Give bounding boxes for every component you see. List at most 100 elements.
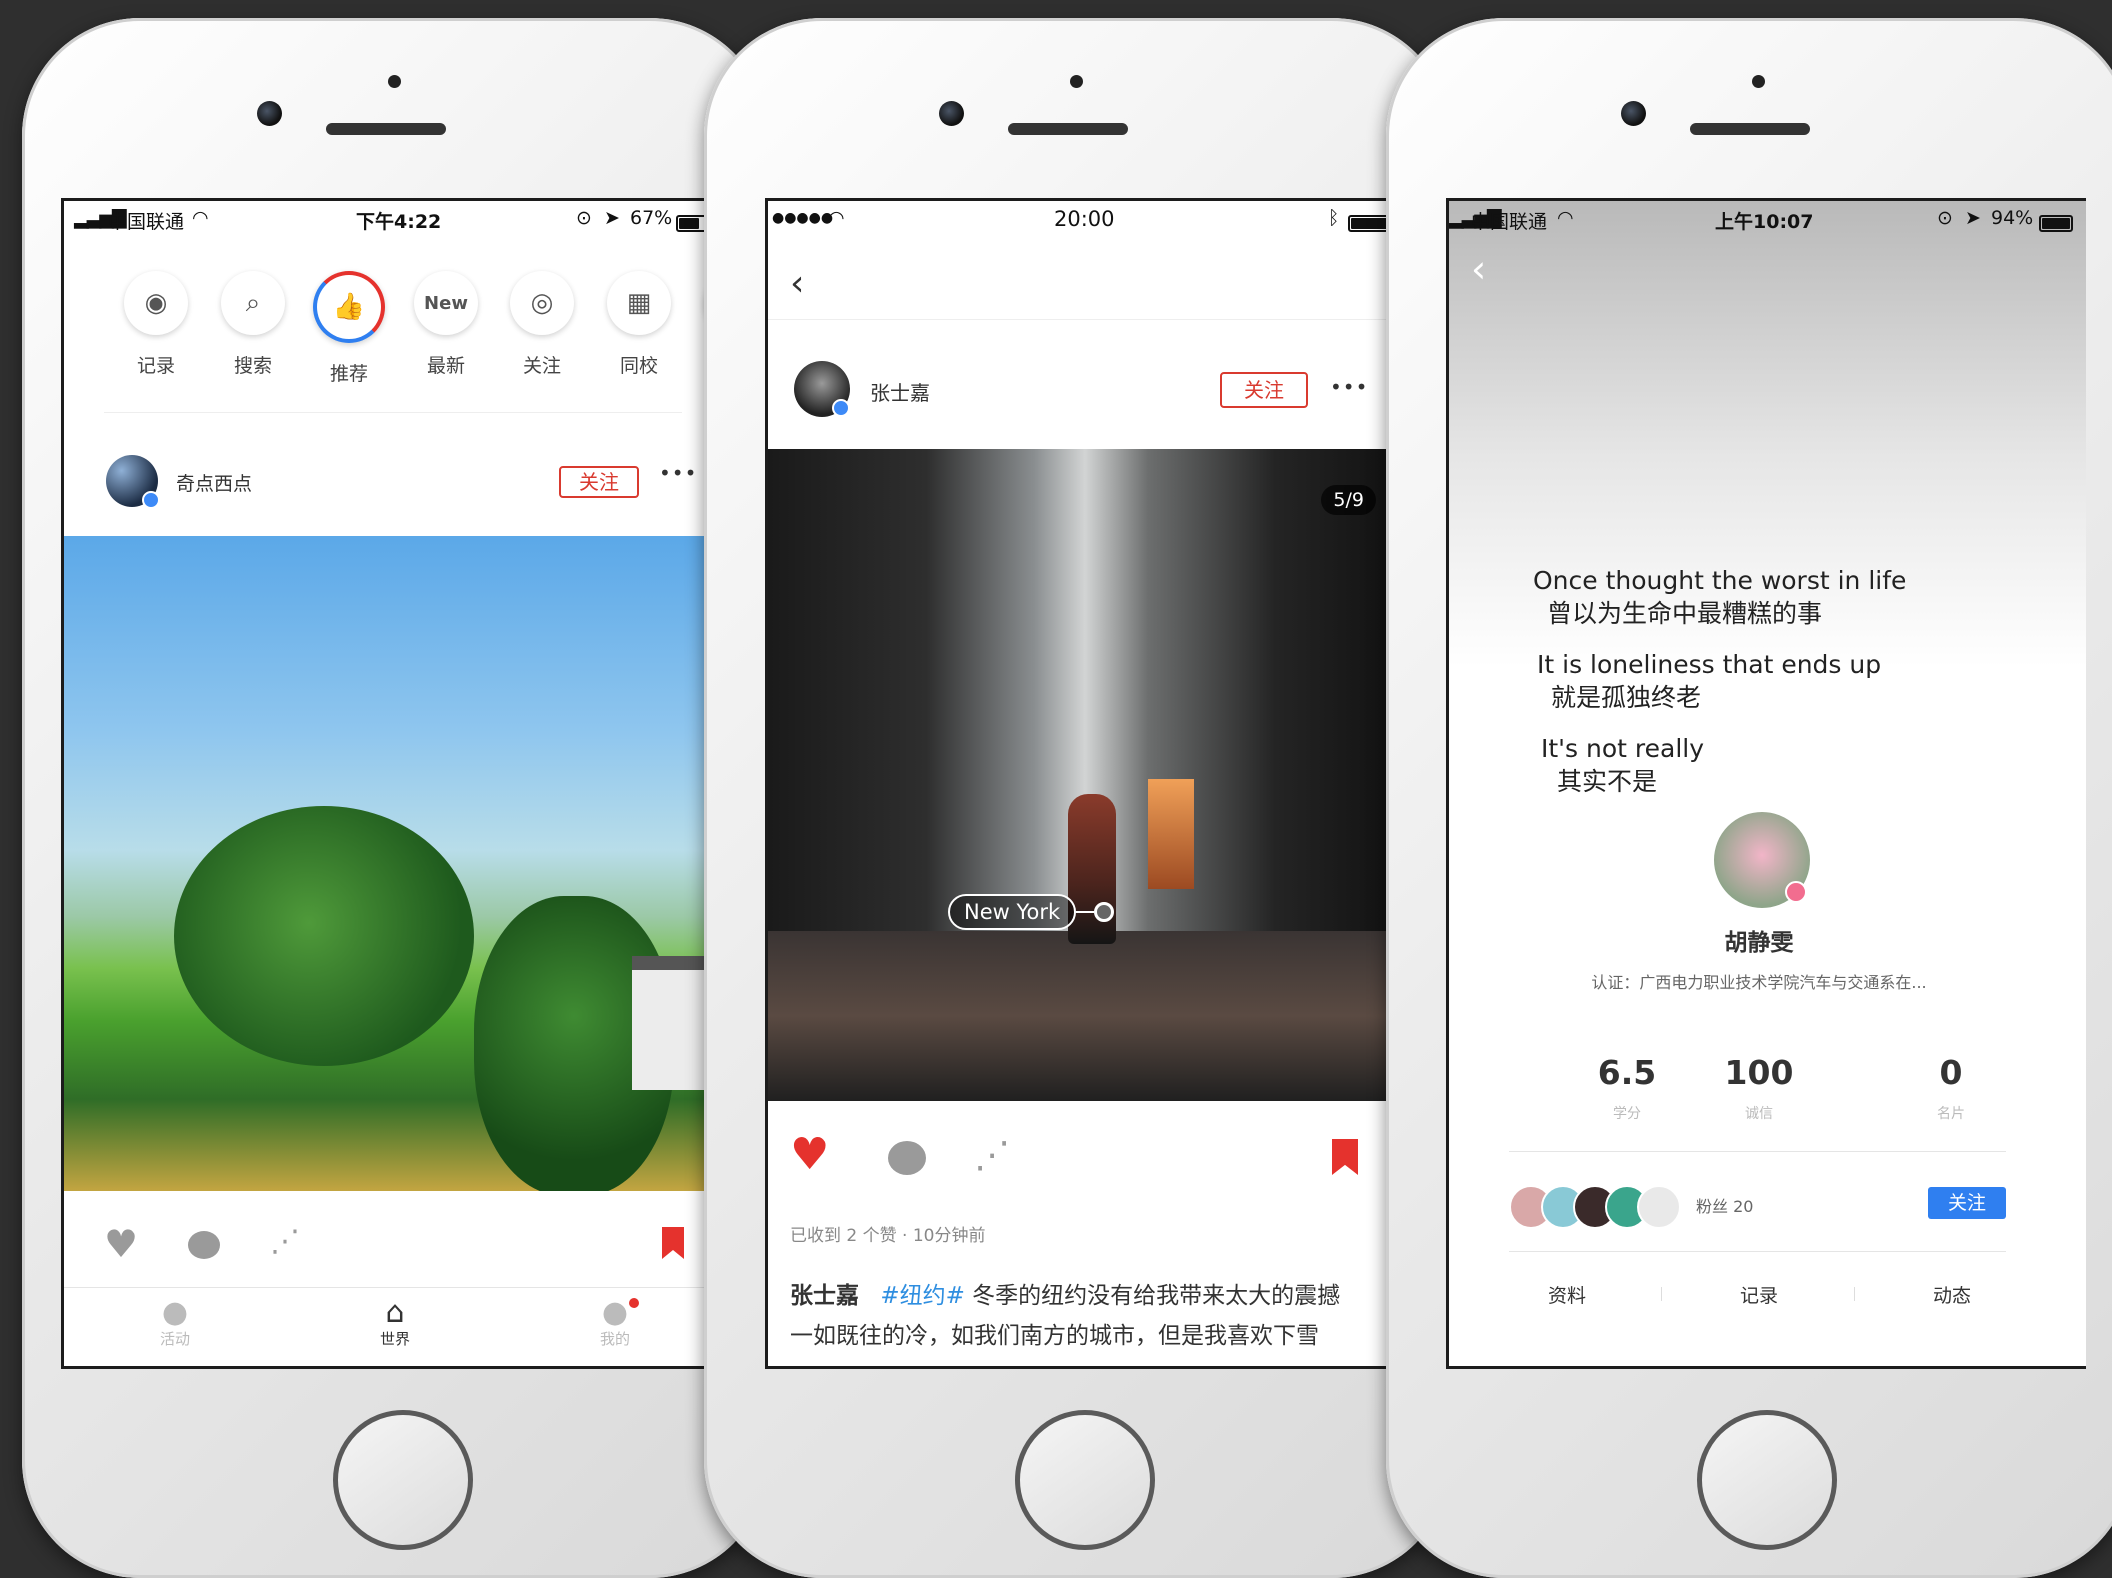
shop-light: [1148, 779, 1194, 889]
tag-connector-line: [1076, 911, 1095, 913]
target-icon: ◎: [510, 271, 574, 335]
follow-button[interactable]: 关注: [1220, 372, 1308, 408]
post-username[interactable]: 奇点西点: [176, 469, 252, 496]
category-label: 推荐: [329, 363, 368, 385]
profile-quote: Once thought the worst in life 曾以为生命中最糟糕…: [1533, 564, 1906, 798]
fan-avatars[interactable]: [1509, 1185, 1709, 1229]
carrier-label: 中国联通: [108, 211, 185, 233]
profile-name: 胡静雯: [1724, 930, 1794, 956]
divider: [1509, 1251, 2006, 1252]
quote-line-zh: 就是孤独终老: [1551, 683, 1702, 712]
status-bar: ▂▃▅▇ 中国联通 ◠ 上午10:07 ⊙ ➤ 94%: [1449, 201, 2086, 237]
wifi-icon: ◠: [192, 207, 209, 229]
street-ground: [768, 931, 1402, 1101]
screen-profile: ▂▃▅▇ 中国联通 ◠ 上午10:07 ⊙ ➤ 94% ‹ Once thoug…: [1446, 198, 2086, 1369]
verified-badge: [832, 399, 850, 417]
carrier-label: 中国联通: [1471, 211, 1548, 233]
share-icon[interactable]: ⋰: [270, 1227, 300, 1257]
post-username[interactable]: 张士嘉: [870, 377, 930, 406]
quote-line-en: Once thought the worst in life: [1533, 566, 1907, 595]
home-button[interactable]: [333, 1410, 473, 1550]
proximity-sensor: [388, 75, 401, 88]
category-new[interactable]: New 最新: [398, 271, 494, 378]
status-bar: ●●●●● ◠ 20:00 ᛒ: [768, 201, 1402, 237]
tab-moments[interactable]: 动态: [1912, 1281, 1992, 1308]
home-button[interactable]: [1697, 1410, 1837, 1550]
stat-integrity-value: 100: [1724, 1053, 1794, 1092]
caption-text: 一如既往的冷，如我们南方的城市，但是我喜欢下雪: [790, 1323, 1319, 1349]
category-camera[interactable]: ◉ 记录: [108, 271, 204, 378]
like-icon[interactable]: ♥: [104, 1225, 138, 1263]
like-icon[interactable]: ♥: [790, 1133, 829, 1177]
front-camera: [939, 101, 964, 126]
front-camera: [257, 101, 282, 126]
battery-percent: 67%: [630, 207, 673, 229]
post-image: [64, 536, 722, 1191]
category-building[interactable]: ▦ 同校: [591, 271, 687, 378]
category-label: 关注: [522, 355, 561, 377]
category-thumbs-up[interactable]: 👍 推荐: [301, 271, 397, 386]
bluetooth-icon: ᛒ: [1328, 207, 1340, 229]
stat-integrity-label: 诚信: [1745, 1106, 1773, 1122]
quote-line-zh: 曾以为生命中最糟糕的事: [1547, 599, 1823, 628]
fans-count[interactable]: 粉丝 20: [1696, 1193, 1753, 1217]
tab-separator: [1661, 1287, 1662, 1301]
building-icon: ▦: [607, 271, 671, 335]
activity-icon: ●: [161, 1295, 189, 1330]
verified-badge: [142, 491, 160, 509]
verified-badge: [1785, 881, 1807, 903]
more-options-button[interactable]: •••: [659, 463, 697, 483]
caption-username[interactable]: 张士嘉: [790, 1283, 859, 1309]
location-icon: ➤: [604, 207, 620, 229]
more-options-button[interactable]: •••: [1330, 377, 1368, 397]
earpiece-speaker: [1008, 123, 1128, 135]
wifi-icon: ◠: [1557, 207, 1574, 229]
back-button[interactable]: ‹: [1471, 247, 1486, 291]
header-divider: [768, 319, 1402, 320]
follow-button[interactable]: 关注: [559, 466, 639, 498]
location-icon: ➤: [1965, 207, 1981, 229]
caption-hashtag[interactable]: #纽约#: [880, 1283, 965, 1309]
caption-text: 冬季的纽约没有给我带来太大的震撼: [972, 1283, 1341, 1309]
tab-info[interactable]: 资料: [1527, 1281, 1607, 1308]
bookmark-icon[interactable]: [1332, 1139, 1358, 1175]
front-camera: [1621, 101, 1646, 126]
battery-percent: 94%: [1991, 207, 2034, 229]
bookmark-icon[interactable]: [662, 1227, 684, 1259]
screen-feed: ▂▃▅▇ 中国联通 ◠ 下午4:22 ⊙ ➤ 67% ◉ 记录 ⌕ 搜索 👍 推荐 New 最…: [61, 198, 725, 1369]
search-icon: ⌕: [221, 271, 285, 335]
tab-me[interactable]: ● 我的: [555, 1298, 675, 1349]
camera-icon: ◉: [124, 271, 188, 335]
back-button[interactable]: ‹: [790, 263, 804, 304]
quote-line-zh: 其实不是: [1557, 767, 1658, 796]
tab-activity[interactable]: ● 活动: [115, 1298, 235, 1349]
profile-icon: ●: [601, 1295, 629, 1330]
share-icon[interactable]: ⋰: [974, 1135, 1010, 1176]
comment-icon[interactable]: [888, 1141, 926, 1175]
stat-credits-label: 学分: [1613, 1106, 1641, 1122]
follow-button[interactable]: 关注: [1928, 1187, 2006, 1219]
tag-anchor-dot: [1094, 902, 1115, 922]
category-target[interactable]: ◎ 关注: [494, 271, 590, 378]
image-counter: 5/9: [1321, 485, 1376, 515]
category-label: 记录: [136, 355, 175, 377]
clock: 下午4:22: [356, 211, 442, 233]
signal-dots: ●●●●●: [772, 210, 834, 226]
quote-line-en: It is loneliness that ends up: [1537, 650, 1882, 679]
earpiece-speaker: [326, 123, 446, 135]
category-label: 最新: [426, 355, 465, 377]
category-label: 搜索: [233, 355, 272, 377]
clock: 20:00: [1054, 207, 1115, 231]
proximity-sensor: [1070, 75, 1083, 88]
fan-avatar: [1637, 1185, 1681, 1229]
comment-icon[interactable]: [188, 1231, 220, 1259]
location-tag[interactable]: New York: [948, 894, 1115, 930]
category-search[interactable]: ⌕ 搜索: [205, 271, 301, 378]
tab-bar: ● 活动 ⌂ 世界 ● 我的: [64, 1287, 722, 1366]
stat-cards-value: 0: [1939, 1053, 1963, 1092]
home-button[interactable]: [1015, 1410, 1155, 1550]
status-bar: ▂▃▅▇ 中国联通 ◠ 下午4:22 ⊙ ➤ 67%: [64, 201, 722, 237]
tab-records[interactable]: 记录: [1719, 1281, 1799, 1308]
world-icon: ⌂: [385, 1295, 405, 1330]
tab-world[interactable]: ⌂ 世界: [335, 1298, 455, 1349]
